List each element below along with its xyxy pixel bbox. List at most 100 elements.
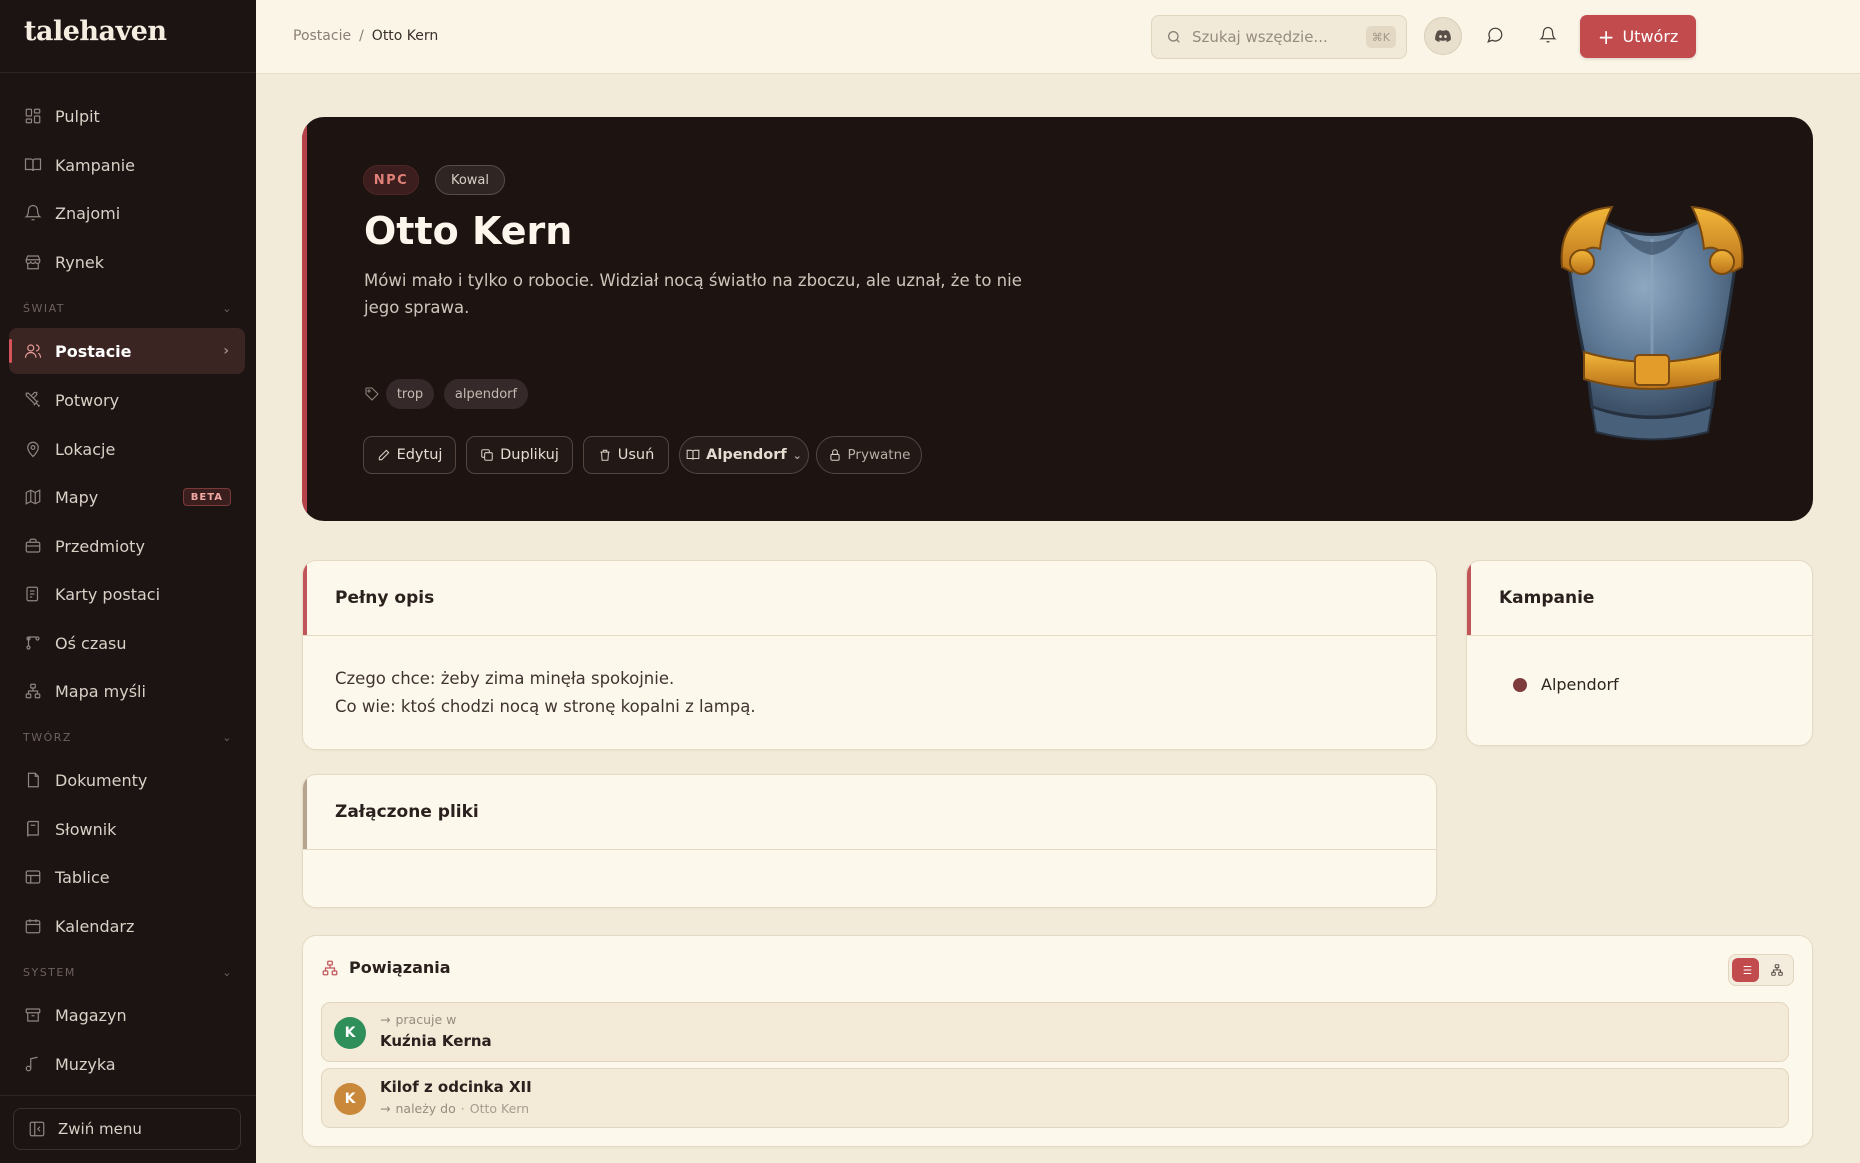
calendar-icon — [23, 916, 43, 936]
collapse-menu-button[interactable]: Zwiń menu — [13, 1108, 241, 1150]
privacy-toggle[interactable]: Prywatne — [816, 436, 922, 474]
section-system[interactable]: SYSTEM ⌄ — [23, 966, 233, 979]
relations-header: Powiązania — [321, 958, 451, 977]
sidebar-item-label: Karty postaci — [55, 584, 161, 604]
sidebar-item-postacie[interactable]: Postacie › — [9, 328, 245, 374]
timeline-icon — [23, 633, 43, 653]
breadcrumb-separator: / — [359, 28, 364, 44]
sidebar-item-tablice[interactable]: Tablice — [9, 854, 245, 900]
sidebar-item-label: Muzyka — [55, 1054, 116, 1074]
box-icon — [23, 536, 43, 556]
search-input[interactable]: Szukaj wszędzie... ⌘K — [1151, 15, 1407, 59]
bell-icon — [23, 203, 43, 223]
sidebar-item-slownik[interactable]: Słownik — [9, 806, 245, 852]
campaign-color-dot — [1513, 677, 1527, 692]
sidebar-item-lokacje[interactable]: Lokacje — [9, 426, 245, 472]
campaigns-card: Kampanie Alpendorf — [1466, 560, 1813, 746]
sidebar-item-label: Rynek — [55, 252, 104, 272]
card-title: Kampanie — [1467, 561, 1812, 636]
dashboard-icon — [23, 106, 43, 126]
music-icon — [23, 1054, 43, 1074]
chevron-down-icon: ⌄ — [222, 966, 233, 979]
sidebar-item-potwory[interactable]: Potwory — [9, 377, 245, 423]
campaign-item[interactable]: Alpendorf — [1513, 675, 1619, 694]
attachments-card: Załączone pliki — [302, 774, 1437, 908]
sidebar-item-label: Mapa myśli — [55, 681, 146, 701]
sidebar-item-dokumenty[interactable]: Dokumenty — [9, 757, 245, 803]
type-chip: NPC — [363, 165, 419, 195]
character-hero: NPC Kowal Otto Kern Mówi mało i tylko o … — [302, 117, 1813, 521]
view-toggle — [1728, 954, 1794, 986]
bell-icon — [1539, 26, 1557, 43]
sidebar-item-label: Znajomi — [55, 203, 121, 223]
sidebar-item-label: Magazyn — [55, 1005, 127, 1025]
network-icon — [1770, 964, 1783, 976]
avatar: K — [334, 1083, 366, 1115]
sidebar-item-kampanie[interactable]: Kampanie — [9, 142, 245, 188]
book-icon — [686, 449, 700, 460]
search-shortcut: ⌘K — [1365, 26, 1396, 48]
breadcrumb-current: Otto Kern — [371, 28, 439, 44]
map-pin-icon — [23, 439, 43, 459]
discord-button[interactable] — [1424, 17, 1462, 55]
list-icon — [1740, 965, 1751, 975]
sidebar-item-label: Mapy — [55, 487, 99, 507]
chevron-down-icon: ⌄ — [792, 448, 802, 462]
breadcrumb: Postacie / Otto Kern — [293, 28, 438, 44]
section-create[interactable]: TWÓRZ ⌄ — [23, 731, 233, 744]
notifications-button[interactable] — [1537, 24, 1559, 46]
sidebar-item-label: Słownik — [55, 819, 117, 839]
sidebar-item-mapa-mysli[interactable]: Mapa myśli — [9, 668, 245, 714]
collapse-menu-label: Zwiń menu — [58, 1120, 142, 1138]
full-description-text: Czego chce: żeby zima minęła spokojnie. … — [335, 669, 756, 716]
sidebar-item-label: Oś czasu — [55, 633, 127, 653]
breadcrumb-link[interactable]: Postacie — [293, 28, 351, 44]
tag-chip[interactable]: trop — [386, 379, 434, 409]
sidebar-item-label: Postacie — [55, 341, 132, 361]
list-view-button[interactable] — [1732, 958, 1759, 982]
sidebar-item-mapy[interactable]: Mapy BETA — [9, 474, 245, 520]
arrow-right-icon: → — [380, 1101, 391, 1116]
mindmap-icon — [23, 681, 43, 701]
campaign-select[interactable]: Alpendorf ⌄ — [679, 436, 809, 474]
map-icon — [23, 487, 43, 507]
search-placeholder: Szukaj wszędzie... — [1192, 28, 1328, 46]
create-button[interactable]: + Utwórz — [1580, 15, 1696, 58]
sidebar: talehaven Pulpit Kampanie Znajomi Rynek … — [0, 0, 256, 1163]
sidebar-item-kalendarz[interactable]: Kalendarz — [9, 903, 245, 949]
sidebar-item-label: Lokacje — [55, 439, 116, 459]
sidebar-item-label: Kalendarz — [55, 916, 135, 936]
edit-button[interactable]: Edytuj — [363, 436, 456, 474]
sidebar-item-pulpit[interactable]: Pulpit — [9, 93, 245, 139]
arrow-right-icon: → — [380, 1012, 391, 1027]
sidebar-item-znajomi[interactable]: Znajomi — [9, 190, 245, 236]
relation-target: Kuźnia Kerna — [380, 1032, 492, 1050]
avatar: K — [334, 1017, 366, 1049]
sheet-icon — [23, 584, 43, 604]
tag-icon — [364, 386, 380, 402]
sidebar-item-label: Pulpit — [55, 106, 100, 126]
delete-button[interactable]: Usuń — [583, 436, 669, 474]
table-icon — [23, 867, 43, 887]
message-circle-icon — [1487, 27, 1503, 43]
app-logo[interactable]: talehaven — [24, 16, 167, 47]
sidebar-item-magazyn[interactable]: Magazyn — [9, 992, 245, 1038]
campaign-name: Alpendorf — [1541, 675, 1619, 694]
sidebar-item-przedmioty[interactable]: Przedmioty — [9, 523, 245, 569]
sidebar-item-muzyka[interactable]: Muzyka — [9, 1041, 245, 1087]
chat-button[interactable] — [1484, 24, 1506, 46]
pencil-icon — [378, 449, 389, 461]
sidebar-item-karty-postaci[interactable]: Karty postaci — [9, 571, 245, 617]
duplicate-button[interactable]: Duplikuj — [466, 436, 573, 474]
sidebar-item-os-czasu[interactable]: Oś czasu — [9, 620, 245, 666]
discord-icon — [1435, 30, 1451, 42]
section-world[interactable]: ŚWIAT ⌄ — [23, 302, 233, 315]
tag-chip[interactable]: alpendorf — [444, 379, 528, 409]
relation-row[interactable]: K Kilof z odcinka XII → należy do · Otto… — [321, 1068, 1789, 1128]
sidebar-item-label: Dokumenty — [55, 770, 148, 790]
sidebar-item-label: Kampanie — [55, 155, 135, 175]
sidebar-item-rynek[interactable]: Rynek — [9, 239, 245, 285]
chevron-right-icon: › — [223, 343, 229, 359]
relation-row[interactable]: K → pracuje w Kuźnia Kerna — [321, 1002, 1789, 1062]
graph-view-button[interactable] — [1763, 958, 1790, 982]
